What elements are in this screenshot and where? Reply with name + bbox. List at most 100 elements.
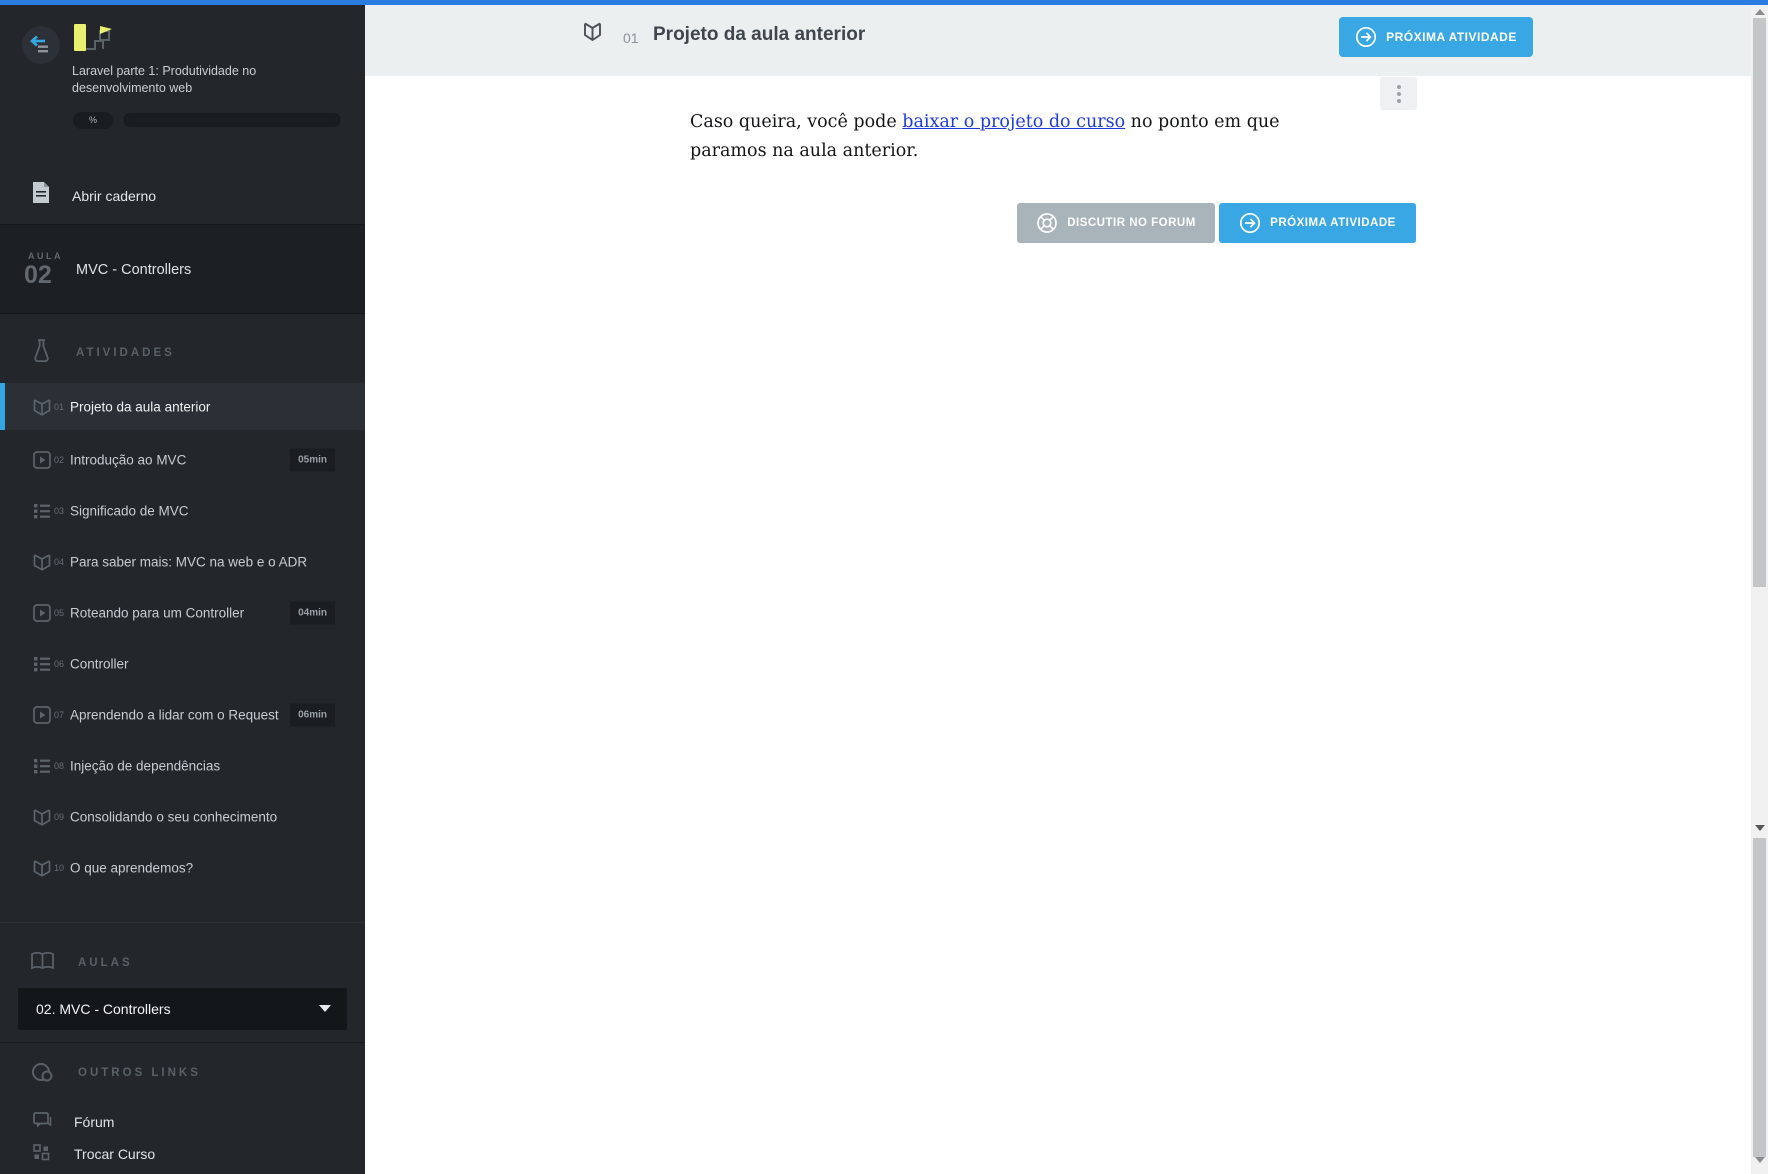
list-icon bbox=[33, 502, 51, 520]
book-icon bbox=[33, 553, 51, 571]
lifebuoy-icon bbox=[1036, 212, 1058, 234]
lesson-select-dropdown[interactable]: 02. MVC - Controllers bbox=[18, 988, 347, 1030]
lesson-title: MVC - Controllers bbox=[76, 262, 192, 278]
activity-number: 09 bbox=[54, 811, 65, 822]
collapse-sidebar-button[interactable] bbox=[22, 26, 60, 64]
scrollbar-thumb-inner[interactable] bbox=[1753, 18, 1766, 587]
activity-item[interactable]: 07 Aprendendo a lidar com o Request 06mi… bbox=[0, 689, 365, 740]
activities-section-label: ATIVIDADES bbox=[76, 347, 175, 359]
sidebar-link-item[interactable]: Trocar Curso bbox=[0, 1140, 365, 1170]
course-logo bbox=[72, 21, 122, 63]
scrollbar-thumb-outer[interactable] bbox=[1753, 838, 1766, 1157]
activity-header-title: Projeto da aula anterior bbox=[653, 24, 866, 45]
activity-number: 10 bbox=[54, 862, 65, 873]
activity-label: O que aprendemos? bbox=[70, 860, 194, 875]
activity-item[interactable]: 08 Injeção de dependências bbox=[0, 740, 365, 791]
next-activity-button-bottom[interactable]: PRÓXIMA ATIVIDADE bbox=[1219, 203, 1416, 243]
activity-header: 01 Projeto da aula anterior PRÓXIMA ATIV… bbox=[365, 5, 1751, 76]
activities-list: 01 Projeto da aula anterior 02 Introduçã… bbox=[0, 383, 365, 893]
activity-number: 07 bbox=[54, 709, 65, 720]
download-project-link[interactable]: baixar o projeto do curso bbox=[902, 112, 1125, 132]
lesson-word: AULA bbox=[28, 251, 63, 261]
link-icon bbox=[30, 1061, 55, 1083]
lesson-number: 02 bbox=[24, 261, 52, 289]
arrow-right-circle-icon bbox=[1239, 212, 1261, 234]
task-paragraph: Caso queira, você pode baixar o projeto … bbox=[690, 108, 1340, 166]
list-icon bbox=[33, 757, 51, 775]
activities-section-header: ATIVIDADES bbox=[0, 330, 365, 370]
activity-label: Controller bbox=[70, 656, 129, 671]
activity-number: 05 bbox=[54, 607, 65, 618]
scrollbar[interactable] bbox=[1751, 5, 1768, 1174]
progress-percent-badge: % bbox=[73, 112, 113, 129]
activity-item[interactable]: 02 Introdução ao MVC 05min bbox=[0, 434, 365, 485]
open-notebook-label: Abrir caderno bbox=[72, 188, 157, 204]
activity-item[interactable]: 05 Roteando para um Controller 04min bbox=[0, 587, 365, 638]
activity-label: Significado de MVC bbox=[70, 503, 189, 518]
task-text-prefix: Caso queira, você pode bbox=[690, 112, 903, 132]
activity-label: Introdução ao MVC bbox=[70, 452, 187, 467]
discuss-forum-label: DISCUTIR NO FORUM bbox=[1067, 217, 1196, 229]
chevron-down-icon bbox=[319, 1005, 331, 1012]
sidebar-link-label: Trocar Curso bbox=[74, 1146, 156, 1162]
sidebar-link-label: Fórum bbox=[74, 1114, 115, 1130]
activity-label: Aprendendo a lidar com o Request bbox=[70, 707, 279, 722]
lesson-select-value: 02. MVC - Controllers bbox=[36, 1001, 171, 1017]
activity-number: 06 bbox=[54, 658, 65, 669]
arrow-right-circle-icon bbox=[1355, 26, 1377, 48]
grid-icon bbox=[33, 1144, 50, 1161]
activity-header-number: 01 bbox=[623, 30, 639, 46]
scroll-down-arrow-icon[interactable] bbox=[1755, 1157, 1765, 1163]
activity-content: Caso queira, você pode baixar o projeto … bbox=[365, 76, 1751, 1174]
kebab-menu-icon bbox=[1380, 84, 1417, 103]
course-title: Laravel parte 1: Produtividade no desenv… bbox=[72, 64, 257, 95]
book-icon bbox=[33, 808, 51, 826]
task-actions: DISCUTIR NO FORUM PRÓXIMA ATIVIDADE bbox=[1017, 203, 1416, 243]
activity-label: Para saber mais: MVC na web e o ADR bbox=[70, 554, 308, 569]
next-activity-label: PRÓXIMA ATIVIDADE bbox=[1270, 217, 1396, 229]
activity-item[interactable]: 10 O que aprendemos? bbox=[0, 842, 365, 893]
activity-number: 08 bbox=[54, 760, 65, 771]
activity-item[interactable]: 04 Para saber mais: MVC na web e o ADR bbox=[0, 536, 365, 587]
discuss-forum-button[interactable]: DISCUTIR NO FORUM bbox=[1017, 203, 1215, 243]
lessons-section-label: AULAS bbox=[78, 957, 133, 969]
course-sidebar: Laravel parte 1: Produtividade no desenv… bbox=[0, 0, 365, 1174]
video-icon bbox=[33, 450, 51, 469]
chat-icon bbox=[33, 1112, 52, 1130]
activity-label: Projeto da aula anterior bbox=[70, 399, 211, 414]
activity-item[interactable]: 06 Controller bbox=[0, 638, 365, 689]
notebook-file-icon bbox=[32, 182, 50, 203]
open-notebook-button[interactable]: Abrir caderno bbox=[0, 180, 365, 214]
book-icon bbox=[33, 398, 51, 416]
video-icon bbox=[33, 603, 51, 622]
course-progress-bar bbox=[123, 113, 341, 127]
app-window: Laravel parte 1: Produtividade no desenv… bbox=[0, 0, 1768, 1174]
duration-badge: 06min bbox=[290, 703, 335, 726]
activity-number: 04 bbox=[54, 556, 65, 567]
other-links-label: OUTROS LINKS bbox=[78, 1067, 201, 1079]
duration-badge: 05min bbox=[290, 448, 335, 471]
duration-badge: 04min bbox=[290, 601, 335, 624]
activity-item[interactable]: 03 Significado de MVC bbox=[0, 485, 365, 536]
activity-number: 01 bbox=[54, 401, 65, 412]
activity-label: Roteando para um Controller bbox=[70, 605, 245, 620]
book-icon bbox=[583, 21, 602, 43]
activity-item[interactable]: 09 Consolidando o seu conhecimento bbox=[0, 791, 365, 842]
next-activity-label: PRÓXIMA ATIVIDADE bbox=[1386, 30, 1517, 44]
lessons-section: AULAS 02. MVC - Controllers bbox=[0, 922, 365, 1042]
flask-icon bbox=[32, 339, 51, 363]
scroll-down-arrow-icon[interactable] bbox=[1755, 825, 1765, 831]
sidebar-link-item[interactable]: Fórum bbox=[0, 1108, 365, 1138]
scroll-up-arrow-icon[interactable] bbox=[1755, 9, 1765, 15]
activity-number: 02 bbox=[54, 454, 65, 465]
activity-number: 03 bbox=[54, 505, 65, 516]
activity-item[interactable]: 01 Projeto da aula anterior bbox=[0, 383, 365, 430]
activity-label: Consolidando o seu conhecimento bbox=[70, 809, 278, 824]
more-options-button[interactable] bbox=[1380, 77, 1417, 110]
next-activity-button-top[interactable]: PRÓXIMA ATIVIDADE bbox=[1339, 17, 1533, 57]
top-accent-bar bbox=[0, 0, 1768, 5]
book-icon bbox=[33, 859, 51, 877]
other-links-section: OUTROS LINKS Fórum Trocar Curso bbox=[0, 1042, 365, 1174]
list-icon bbox=[33, 655, 51, 673]
video-icon bbox=[33, 705, 51, 724]
